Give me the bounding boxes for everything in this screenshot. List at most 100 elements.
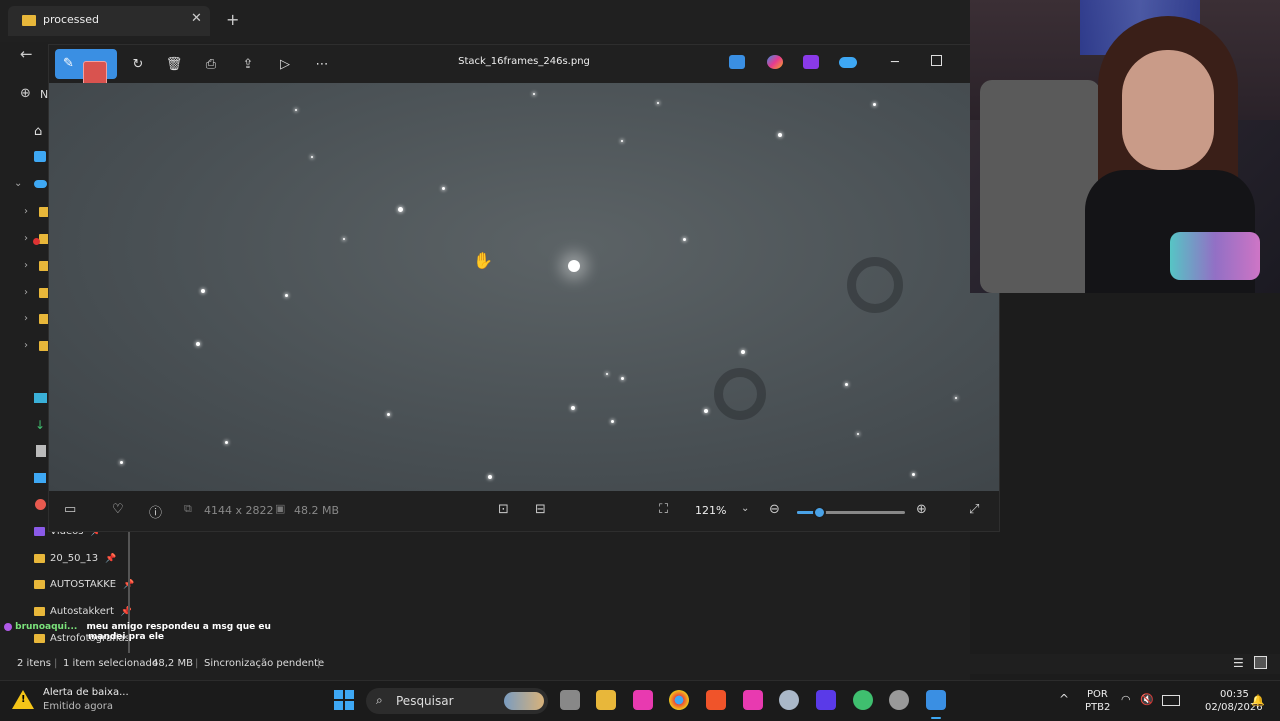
image-canvas[interactable]: ✋ xyxy=(49,83,999,491)
chevron-up-icon[interactable]: ^ xyxy=(1059,692,1069,706)
divider: | xyxy=(317,658,321,669)
chat-message-line: mandei pra ele xyxy=(88,632,165,642)
filmstrip-icon[interactable]: ▭ xyxy=(64,502,76,517)
star xyxy=(201,289,205,293)
language-indicator[interactable]: POR xyxy=(1087,689,1108,700)
clipchamp-icon[interactable] xyxy=(803,55,819,69)
star xyxy=(225,441,228,444)
downloads-icon[interactable]: ↓ xyxy=(35,418,45,432)
muted-speaker-icon[interactable]: 🔇 xyxy=(1140,693,1154,706)
info-icon[interactable]: ⓘ xyxy=(149,502,162,521)
photos-viewer-window: ✎ ↻ 🗑 ⎙ ⇪ ▷ ⋯ Stack_16frames_246s.png ─ xyxy=(48,44,1000,532)
selection-count: 1 item selecionado xyxy=(63,658,158,669)
brave-icon[interactable] xyxy=(706,690,726,710)
wifi-icon[interactable]: ◠ xyxy=(1121,693,1131,706)
chevron-down-icon[interactable]: ⌄ xyxy=(14,178,22,189)
chevron-right-icon[interactable]: › xyxy=(24,233,28,244)
folder-icon xyxy=(34,607,45,616)
taskbar: ! Alerta de baixa... Emitido agora ⌕ Pes… xyxy=(0,680,1280,721)
desktop-icon[interactable] xyxy=(34,393,47,403)
onedrive-icon[interactable] xyxy=(839,57,857,68)
close-tab-icon[interactable]: ✕ xyxy=(191,11,202,26)
tiles-view-icon[interactable] xyxy=(1254,656,1267,669)
chevron-right-icon[interactable]: › xyxy=(24,287,28,298)
star xyxy=(488,475,492,479)
back-arrow-icon[interactable]: ← xyxy=(20,45,33,63)
star xyxy=(120,461,123,464)
webcam-person-face xyxy=(1122,50,1214,170)
sidebar-item-20-50-13[interactable]: 20_50_13 📌 xyxy=(34,553,116,564)
sidebar-item-autostakke[interactable]: AUTOSTAKKE 📌 xyxy=(34,579,134,590)
pictures-icon[interactable] xyxy=(34,473,46,483)
zoom-in-icon[interactable]: ⊕ xyxy=(916,502,927,517)
new-item-label: N xyxy=(40,88,49,101)
divider: | xyxy=(54,658,58,669)
app-green-icon[interactable] xyxy=(853,690,873,710)
details-view-icon[interactable]: ☰ xyxy=(1233,656,1244,670)
notifications-bell-icon[interactable]: 🔔 xyxy=(1251,694,1265,707)
clock-time[interactable]: 00:35 xyxy=(1220,689,1249,700)
taskbar-search[interactable]: ⌕ Pesquisar xyxy=(366,688,548,714)
star xyxy=(657,102,659,104)
pin-icon: 📌 xyxy=(105,553,117,564)
home-icon[interactable]: ⌂ xyxy=(34,124,42,139)
file-explorer-icon[interactable] xyxy=(596,690,616,710)
star xyxy=(955,397,957,399)
dust-ring xyxy=(847,257,903,313)
gallery-icon[interactable] xyxy=(34,151,46,162)
app-pink-icon[interactable] xyxy=(743,690,763,710)
zoom-slider[interactable] xyxy=(797,506,905,519)
star xyxy=(571,406,575,410)
webcam-chair xyxy=(980,80,1100,293)
fit-to-window-icon[interactable]: ⛶ xyxy=(659,502,668,517)
chevron-right-icon[interactable]: › xyxy=(24,260,28,271)
zoom-level-dropdown[interactable]: 121% ⌄ xyxy=(685,498,757,524)
star xyxy=(606,373,608,375)
explorer-tab-bar: processed ✕ + xyxy=(0,0,970,42)
full-screen-icon[interactable]: ⤢ xyxy=(969,502,979,517)
maximize-button[interactable] xyxy=(931,55,942,66)
folder-icon xyxy=(34,580,45,589)
minimize-button[interactable]: ─ xyxy=(891,55,899,70)
star xyxy=(533,93,535,95)
music-icon[interactable] xyxy=(35,499,46,510)
designer-icon[interactable] xyxy=(767,55,783,69)
favorite-heart-icon[interactable]: ♡ xyxy=(112,502,124,517)
photos-toolbar: ✎ ↻ 🗑 ⎙ ⇪ ▷ ⋯ Stack_16frames_246s.png ─ xyxy=(49,45,999,89)
sidebar-item-autostakkert[interactable]: Autostakkert 📌 xyxy=(34,606,132,617)
chat-username: brunoaqui... xyxy=(15,622,78,632)
photos-app-icon[interactable] xyxy=(926,690,946,710)
documents-icon[interactable] xyxy=(36,445,46,457)
warning-exclamation: ! xyxy=(21,694,26,705)
start-button[interactable] xyxy=(334,690,354,710)
task-view-icon[interactable] xyxy=(560,690,580,710)
new-item-icon[interactable]: ⊕ xyxy=(20,86,31,101)
zoom-slider-thumb[interactable] xyxy=(812,506,826,519)
star xyxy=(285,294,288,297)
explorer-tab[interactable]: processed ✕ xyxy=(8,6,210,36)
app-pink-icon[interactable] xyxy=(633,690,653,710)
keyboard-layout[interactable]: PTB2 xyxy=(1085,702,1110,713)
battery-charging-icon[interactable] xyxy=(1162,695,1180,706)
chevron-right-icon[interactable]: › xyxy=(24,206,28,217)
photos-editor-icon[interactable] xyxy=(729,55,745,69)
telescope-app-icon[interactable] xyxy=(779,690,799,710)
onedrive-icon[interactable] xyxy=(34,180,47,188)
webcam-overlay xyxy=(970,0,1280,293)
zoom-level: 121% xyxy=(695,504,727,517)
chat-badge-icon xyxy=(4,622,12,631)
pin-icon: 📌 xyxy=(120,606,133,617)
chevron-right-icon[interactable]: › xyxy=(24,340,28,351)
star xyxy=(741,350,745,354)
dust-ring xyxy=(714,368,766,420)
chevron-right-icon[interactable]: › xyxy=(24,313,28,324)
sidebar-item-label: Autostakkert xyxy=(50,606,114,617)
zoom-out-icon[interactable]: ⊖ xyxy=(769,502,780,517)
new-tab-button[interactable]: + xyxy=(226,10,239,29)
scan-text-icon[interactable]: ⊟ xyxy=(535,502,546,517)
astro-app-icon[interactable] xyxy=(816,690,836,710)
app-moon-icon[interactable] xyxy=(889,690,909,710)
chrome-icon[interactable] xyxy=(669,690,689,710)
visual-search-icon[interactable]: ⊡ xyxy=(498,502,509,517)
star xyxy=(683,238,686,241)
